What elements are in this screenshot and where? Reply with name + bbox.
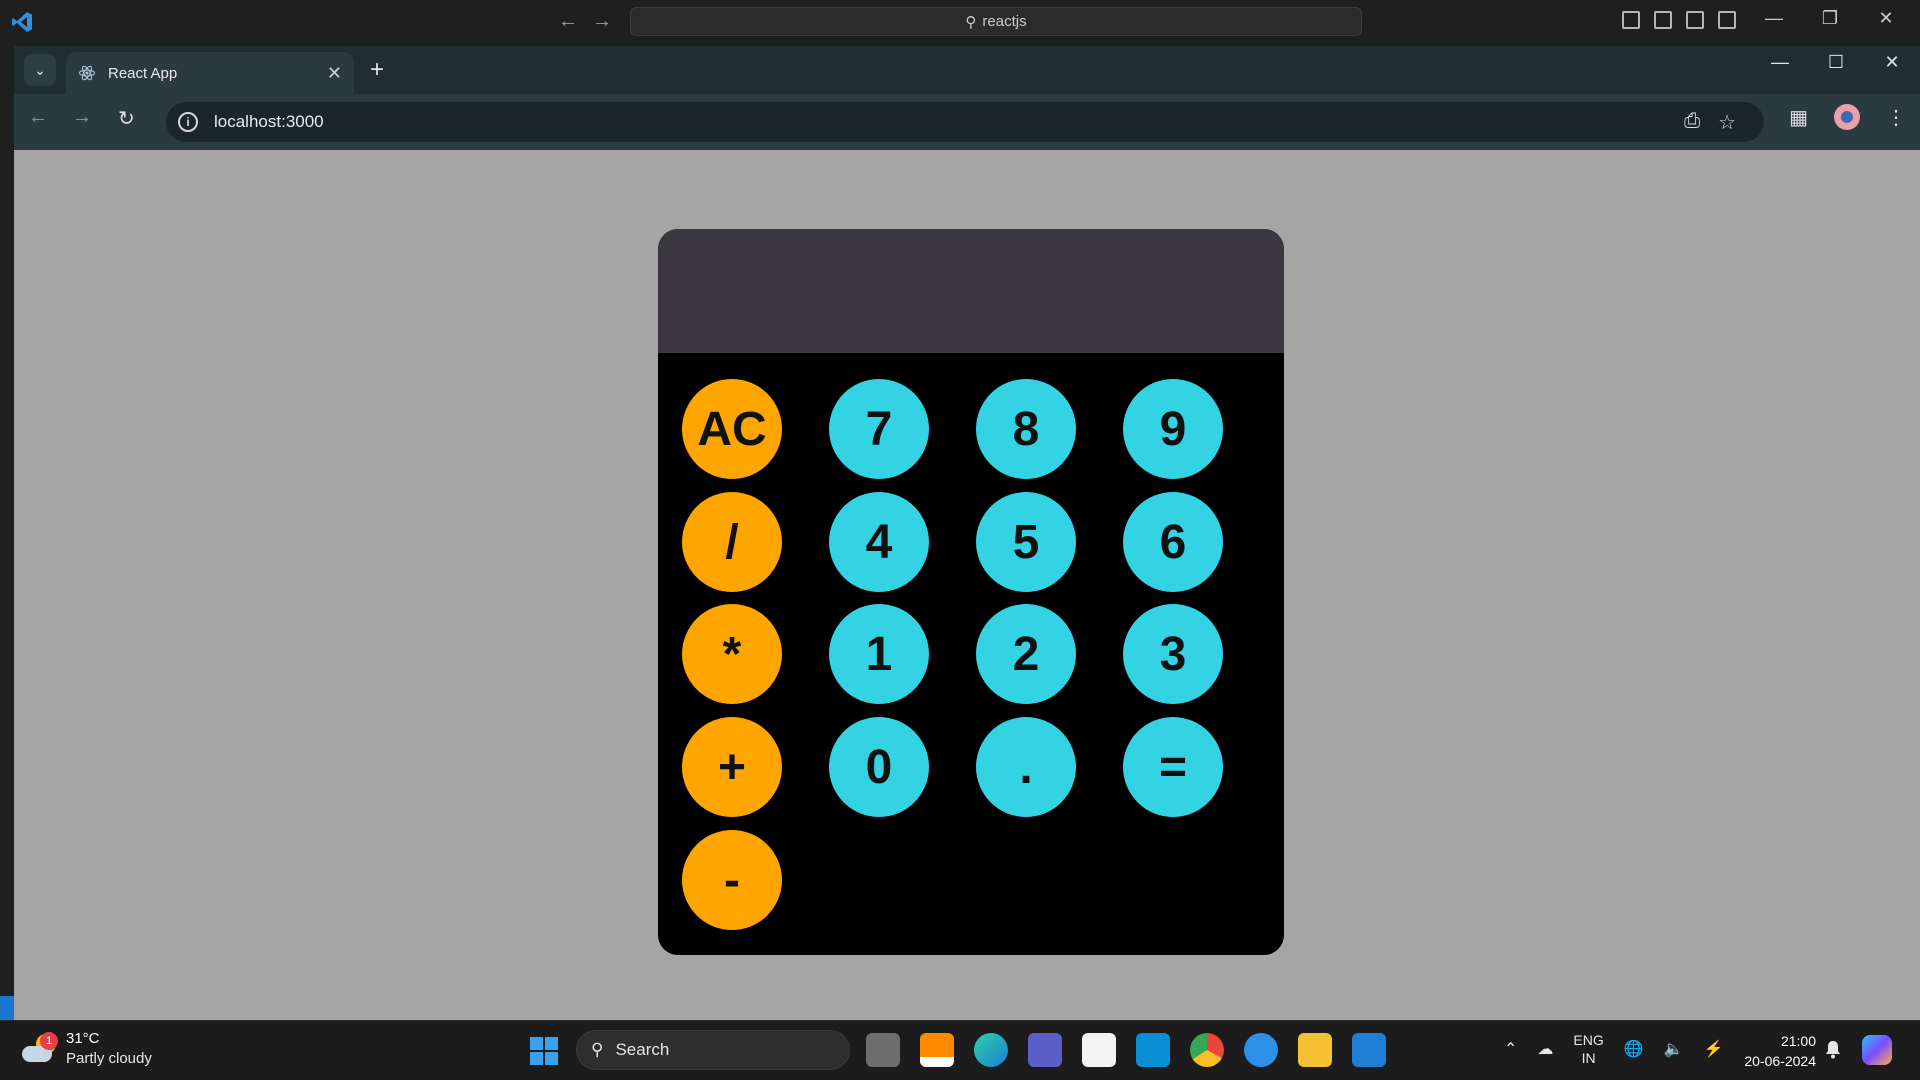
chrome-icon[interactable] (1190, 1033, 1224, 1067)
back-icon[interactable]: ← (28, 106, 48, 129)
browser-toolbar: ← → ↻ i localhost:3000 ⎙ ☆ ▦ ⋮ (14, 94, 1920, 150)
toolbar-right: ▦ ⋮ (1789, 104, 1906, 130)
key-3[interactable]: 3 (1123, 604, 1223, 704)
calculator: AC 7 8 9 / 4 5 6 * 1 2 3 + 0 . = - (658, 229, 1284, 955)
profile-avatar[interactable] (1834, 104, 1860, 130)
new-tab-button[interactable]: + (370, 56, 384, 84)
forward-icon[interactable]: → (72, 106, 92, 129)
key-equals[interactable]: = (1123, 717, 1223, 817)
site-info-icon[interactable]: i (178, 112, 198, 132)
vscode-window-controls: — ❐ ✕ (1746, 8, 1914, 29)
clock-time: 21:00 (1780, 1033, 1816, 1049)
weather-condition: Partly cloudy (66, 1050, 152, 1067)
vscode-layout-controls (1622, 11, 1736, 29)
start-button[interactable] (530, 1037, 558, 1065)
weather-temperature: 31°C (66, 1030, 100, 1047)
key-divide[interactable]: / (682, 492, 782, 592)
extensions-icon[interactable]: ▦ (1789, 105, 1808, 130)
file-explorer-icon[interactable] (1298, 1033, 1332, 1067)
url-text: localhost:3000 (214, 112, 324, 131)
browser-window: ⌄ React App ✕ + — ☐ ✕ ← → ↻ i localhost:… (14, 46, 1920, 1020)
customize-layout-icon[interactable] (1718, 11, 1736, 29)
browser-window-controls: — ☐ ✕ (1752, 52, 1920, 73)
tab-react-app[interactable]: React App ✕ (66, 52, 354, 94)
clock[interactable]: 21:00 20-06-2024 (1732, 1031, 1816, 1071)
install-app-icon[interactable]: ⎙ (1684, 110, 1700, 135)
react-logo-icon (78, 65, 96, 81)
get-help-icon[interactable] (1244, 1033, 1278, 1067)
vlc-icon[interactable] (920, 1033, 954, 1067)
toggle-secondary-sidebar-icon[interactable] (1686, 11, 1704, 29)
task-view-icon[interactable] (866, 1033, 900, 1067)
taskbar: 1 31°C Partly cloudy ⚲ Search ⌃ ☁ ENG IN… (0, 1020, 1920, 1080)
address-bar[interactable]: i localhost:3000 ⎙ ☆ (166, 102, 1764, 142)
key-4[interactable]: 4 (829, 492, 929, 592)
toggle-primary-sidebar-icon[interactable] (1622, 11, 1640, 29)
close-icon[interactable]: ✕ (1864, 52, 1920, 73)
key-subtract[interactable]: - (682, 830, 782, 930)
edge-icon[interactable] (974, 1033, 1008, 1067)
chevron-up-icon[interactable]: ⌃ (1504, 1039, 1517, 1059)
vscode-nav: ← → (558, 10, 612, 33)
weather-badge: 1 (40, 1032, 58, 1050)
key-all-clear[interactable]: AC (682, 379, 782, 479)
key-2[interactable]: 2 (976, 604, 1076, 704)
key-7[interactable]: 7 (829, 379, 929, 479)
key-decimal[interactable]: . (976, 717, 1076, 817)
back-arrow-icon[interactable]: ← (558, 10, 578, 33)
minimize-icon[interactable]: — (1746, 8, 1802, 29)
clock-date: 20-06-2024 (1744, 1053, 1816, 1069)
tab-strip: ⌄ React App ✕ + — ☐ ✕ (14, 46, 1920, 94)
vscode-command-center[interactable]: ⚲ reactjs (630, 7, 1362, 36)
volume-icon[interactable]: 🔈 (1664, 1039, 1684, 1059)
vscode-icon[interactable] (1352, 1033, 1386, 1067)
myhp-icon[interactable] (1136, 1033, 1170, 1067)
tab-title: React App (108, 64, 178, 82)
network-icon[interactable]: 🌐 (1624, 1039, 1644, 1059)
key-5[interactable]: 5 (976, 492, 1076, 592)
key-8[interactable]: 8 (976, 379, 1076, 479)
key-1[interactable]: 1 (829, 604, 929, 704)
key-6[interactable]: 6 (1123, 492, 1223, 592)
page-viewport: AC 7 8 9 / 4 5 6 * 1 2 3 + 0 . = - (14, 150, 1920, 1020)
vscode-search-text: reactjs (982, 13, 1027, 30)
key-multiply[interactable]: * (682, 604, 782, 704)
system-tray: ⌃ ☁ ENG IN 🌐 🔈 ⚡ (1504, 1031, 1724, 1067)
key-add[interactable]: + (682, 717, 782, 817)
taskbar-search-placeholder: Search (615, 1040, 670, 1059)
key-9[interactable]: 9 (1123, 379, 1223, 479)
reload-icon[interactable]: ↻ (118, 106, 135, 131)
teams-icon[interactable] (1028, 1033, 1062, 1067)
taskbar-search[interactable]: ⚲ Search (576, 1030, 850, 1070)
partly-cloudy-icon: 1 (22, 1032, 58, 1064)
notification-bell-icon[interactable] (1824, 1039, 1842, 1059)
bookmark-star-icon[interactable]: ☆ (1718, 110, 1736, 135)
copilot-icon[interactable] (1862, 1035, 1892, 1065)
maximize-icon[interactable]: ☐ (1808, 52, 1864, 73)
calculator-display (658, 229, 1284, 353)
menu-kebab-icon[interactable]: ⋮ (1886, 105, 1906, 130)
search-icon: ⚲ (591, 1040, 604, 1059)
chevron-down-icon: ⌄ (34, 61, 46, 78)
battery-icon[interactable]: ⚡ (1704, 1039, 1724, 1059)
vscode-logo-icon (12, 12, 32, 32)
language-indicator[interactable]: ENG IN (1573, 1031, 1603, 1067)
tab-search-button[interactable]: ⌄ (24, 54, 56, 86)
accent-strip (0, 996, 14, 1020)
onedrive-offline-icon[interactable]: ☁ (1537, 1039, 1553, 1059)
close-icon[interactable]: ✕ (1858, 8, 1914, 29)
restore-icon[interactable]: ❐ (1802, 8, 1858, 29)
weather-widget[interactable]: 1 31°C Partly cloudy (22, 1029, 152, 1069)
close-tab-icon[interactable]: ✕ (327, 63, 342, 84)
forward-arrow-icon[interactable]: → (592, 10, 612, 33)
toggle-panel-icon[interactable] (1654, 11, 1672, 29)
omnibox-actions: ⎙ ☆ (1684, 110, 1736, 135)
key-0[interactable]: 0 (829, 717, 929, 817)
search-icon: ⚲ (965, 13, 977, 31)
minimize-icon[interactable]: — (1752, 52, 1808, 73)
store-icon[interactable] (1082, 1033, 1116, 1067)
vscode-title-bar: ← → ⚲ reactjs — ❐ ✕ (0, 0, 1920, 44)
